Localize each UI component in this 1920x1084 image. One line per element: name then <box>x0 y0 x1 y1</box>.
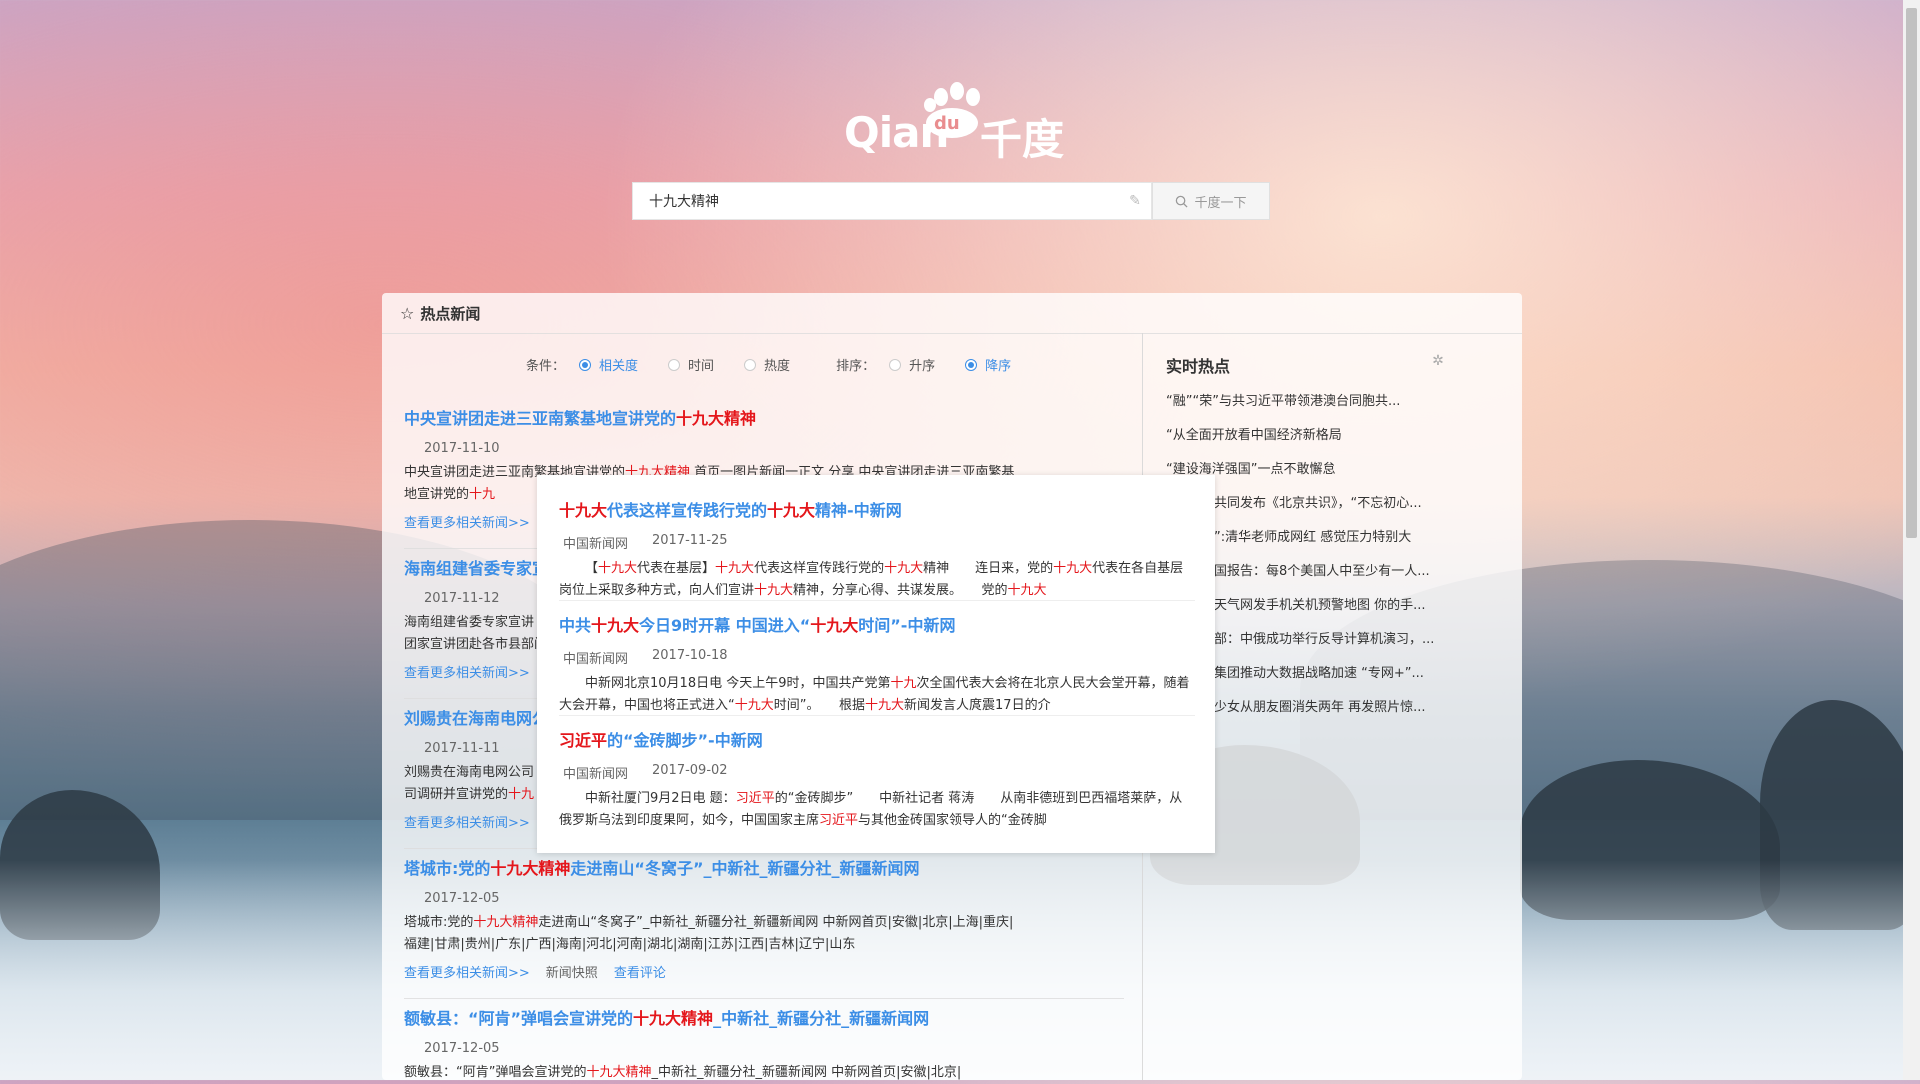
search-button[interactable]: 千度一下 <box>1152 182 1270 220</box>
news-item: 额敏县：“阿肯”弹唱会宣讲党的十九大精神_中新社_新疆分社_新疆新闻网 2017… <box>404 1005 1124 1084</box>
scrollbar-thumb[interactable] <box>1906 8 1917 538</box>
popup-source: 中国新闻网 <box>563 652 629 667</box>
news-divider <box>404 998 1124 999</box>
highlight-keyword: 十九大 <box>598 561 638 576</box>
refresh-icon[interactable]: ✲ <box>1430 353 1446 369</box>
more-news-link[interactable]: 查看更多相关新闻>> <box>404 812 530 831</box>
edit-clear-icon[interactable]: ✎ <box>1127 193 1143 209</box>
highlight-keyword: 习近平 <box>819 813 859 828</box>
logo-pad-text: du <box>934 113 960 134</box>
star-icon: ☆ <box>400 304 415 323</box>
snippet-text: 中新网北京10月18日电 今天上午9时，中国共产党第 <box>585 676 891 691</box>
popup-source: 中国新闻网 <box>563 537 629 552</box>
search-box: ✎ <box>632 182 1152 221</box>
radio-relevance[interactable]: 相关度 <box>579 355 638 374</box>
panel-title-text: 热点新闻 <box>420 305 481 323</box>
news-title-link[interactable]: 塔城市:党的十九大精神走进南山“冬窝子”_中新社_新疆分社_新疆新闻网 <box>404 855 1124 879</box>
radio-dot <box>579 358 592 371</box>
popup-news-title[interactable]: 十九大代表这样宣传践行党的十九大精神-中新网 <box>559 497 1195 521</box>
radio-popularity[interactable]: 热度 <box>744 355 790 374</box>
highlight-keyword: 十九大 <box>884 561 924 576</box>
highlight-keyword: 十九 <box>890 676 917 691</box>
radio-dot <box>744 358 757 371</box>
news-date: 2017-12-05 <box>424 1041 500 1056</box>
radio-label: 升序 <box>909 359 936 374</box>
snippet-text: 代表在基层】 <box>637 561 716 576</box>
popup-date: 2017-10-18 <box>652 648 728 663</box>
news-title-link[interactable]: 中央宣讲团走进三亚南繁基地宣讲党的十九大精神 <box>404 405 1124 429</box>
snippet-text: 中新社厦门9月2日电 题： <box>585 791 736 806</box>
popup-news-item: 中共十九大今日9时开幕 中国进入“十九大时间”-中新网 中国新闻网 2017-10… <box>559 612 1195 717</box>
popup-date: 2017-11-25 <box>652 533 728 548</box>
hot-item[interactable]: “融”“荣”与共习近平带领港澳台同胞共... <box>1166 393 1456 427</box>
popup-source: 中国新闻网 <box>563 767 629 782</box>
news-date: 2017-11-10 <box>424 441 500 456</box>
radio-dot <box>889 358 902 371</box>
popup-divider <box>559 600 1195 601</box>
news-title-link[interactable]: 额敏县：“阿肯”弹唱会宣讲党的十九大精神_中新社_新疆分社_新疆新闻网 <box>404 1005 1124 1029</box>
hot-item[interactable]: “从全面开放看中国经济新格局 <box>1166 427 1456 461</box>
news-item: 塔城市:党的十九大精神走进南山“冬窝子”_中新社_新疆分社_新疆新闻网 2017… <box>404 855 1124 981</box>
popup-divider <box>559 715 1195 716</box>
filter-bar: 条件： 相关度 时间 热度 排序： 升序 降序 <box>526 355 1041 374</box>
news-snippet: 塔城市:党的十九大精神走进南山“冬窝子”_中新社_新疆分社_新疆新闻网 中新网首… <box>404 915 1014 952</box>
popup-news-item: 习近平的“金砖脚步”-中新网 中国新闻网 2017-09-02 中新社厦门9月2日… <box>559 727 1195 832</box>
sort-label: 排序： <box>836 359 876 374</box>
snippet-text: 【 <box>585 561 599 576</box>
radio-dot <box>965 358 978 371</box>
paw-toe <box>950 82 964 100</box>
more-news-link[interactable]: 查看更多相关新闻>> <box>404 662 530 681</box>
more-news-link[interactable]: 查看更多相关新闻>> <box>404 512 530 531</box>
panel-header: ☆ 热点新闻 <box>382 293 1522 334</box>
paw-toe <box>934 88 948 106</box>
highlight-keyword: 十九大 <box>715 561 755 576</box>
snippet-text: 与其他金砖国家领导人的“金砖脚 <box>858 813 1047 828</box>
radio-label: 热度 <box>764 359 791 374</box>
comment-link[interactable]: 查看评论 <box>614 962 666 981</box>
related-news-popup: 十九大代表这样宣传践行党的十九大精神-中新网 中国新闻网 2017-11-25 【… <box>537 475 1215 853</box>
popup-news-title[interactable]: 中共十九大今日9时开幕 中国进入“十九大时间”-中新网 <box>559 612 1195 636</box>
highlight-keyword: 习近平 <box>735 791 775 806</box>
logo-text-cn: 千度 <box>980 115 1065 164</box>
radio-label: 相关度 <box>599 359 639 374</box>
radio-descending[interactable]: 降序 <box>965 355 1011 374</box>
page-scrollbar[interactable] <box>1903 0 1920 1080</box>
popup-snippet: 中新社厦门9月2日电 题：习近平的“金砖脚步” 中新社记者 蒋涛 从南非德班到巴… <box>559 788 1195 832</box>
highlight-keyword: 十九大 <box>1007 583 1047 598</box>
snippet-text: 新闻发言人庹震17日的介 <box>904 698 1051 713</box>
popup-news-item: 十九大代表这样宣传践行党的十九大精神-中新网 中国新闻网 2017-11-25 【… <box>559 497 1195 602</box>
highlight-keyword: 十九大 <box>1053 561 1093 576</box>
popup-snippet: 【十九大代表在基层】十九大代表这样宣传践行党的十九大精神 连日来，党的十九大代表… <box>559 558 1195 602</box>
logo-paw-pad: du <box>926 108 978 138</box>
popup-snippet: 中新网北京10月18日电 今天上午9时，中国共产党第十九次全国代表大会将在北京人… <box>559 673 1195 717</box>
search-button-label: 千度一下 <box>1194 195 1247 211</box>
popup-news-title[interactable]: 习近平的“金砖脚步”-中新网 <box>559 727 1195 751</box>
more-news-link[interactable]: 查看更多相关新闻>> <box>404 962 530 981</box>
radio-label: 降序 <box>985 359 1012 374</box>
panel-title: ☆ 热点新闻 <box>400 303 480 324</box>
radio-time[interactable]: 时间 <box>668 355 714 374</box>
snippet-text: 精神 连日来，党的 <box>923 561 1054 576</box>
radio-dot <box>668 358 681 371</box>
snapshot-link[interactable]: 新闻快照 <box>546 962 598 981</box>
highlight-keyword: 十九大 <box>865 698 905 713</box>
logo: Qian du 千度 <box>844 80 1064 164</box>
news-snippet: 额敏县：“阿肯”弹唱会宣讲党的十九大精神_中新社_新疆分社_新疆新闻网 中新网首… <box>404 1065 962 1080</box>
paw-toe <box>966 88 980 106</box>
snippet-text: 代表这样宣传践行党的 <box>754 561 885 576</box>
snippet-text: 精神，分享心得、共谋发展。 党的 <box>793 583 1008 598</box>
highlight-keyword: 十九大 <box>754 583 794 598</box>
news-date: 2017-12-05 <box>424 891 500 906</box>
highlight-keyword: 十九大 <box>734 698 774 713</box>
condition-label: 条件： <box>526 359 566 374</box>
popup-date: 2017-09-02 <box>652 763 728 778</box>
realtime-hot-title: 实时热点 <box>1166 357 1231 376</box>
snippet-text: 时间”。 根据 <box>773 698 866 713</box>
radio-ascending[interactable]: 升序 <box>889 355 935 374</box>
search-input[interactable] <box>647 183 1111 221</box>
search-icon <box>1176 195 1189 208</box>
radio-label: 时间 <box>688 359 715 374</box>
